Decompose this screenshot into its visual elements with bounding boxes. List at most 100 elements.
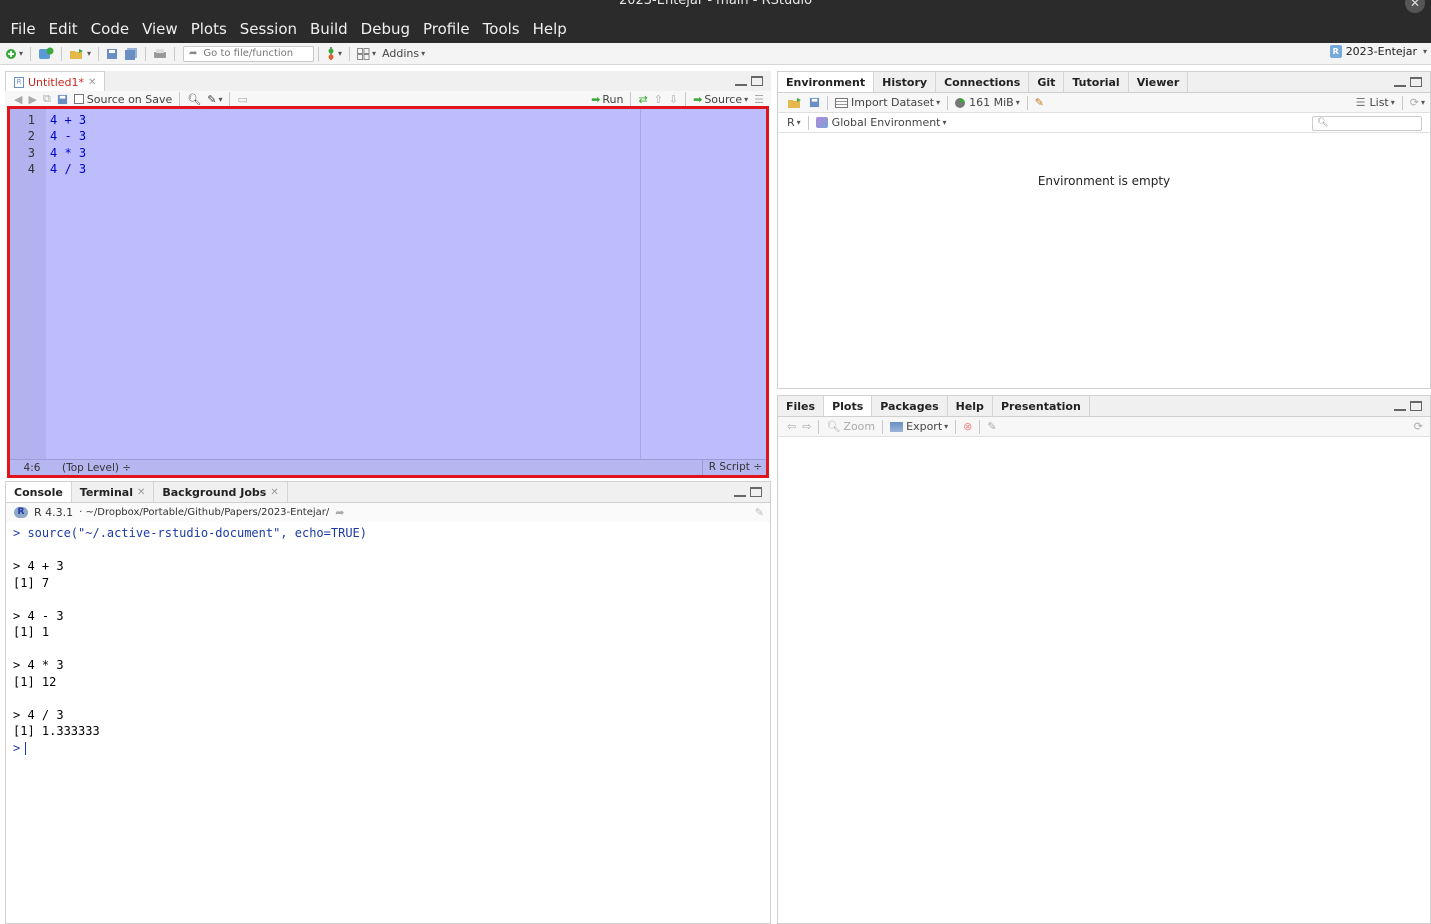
checkbox-icon[interactable] [73,94,84,104]
save-all-icon[interactable] [121,45,141,63]
memory-usage-label: 161 MiB [969,96,1014,109]
next-plot-icon[interactable]: ⇨ [799,418,814,436]
previous-plot-icon[interactable]: ⇦ [784,418,799,436]
console-tab-bar: Console Terminal ✕ Background Jobs ✕ [6,482,770,503]
tab-history[interactable]: History [874,72,937,92]
tab-tutorial[interactable]: Tutorial [1064,72,1129,92]
tab-git[interactable]: Git [1029,72,1065,92]
menu-help[interactable]: Help [526,16,573,43]
refresh-icon[interactable]: ⟳ ▾ [1407,94,1428,112]
code-text[interactable]: 4 + 3 4 - 3 4 * 3 4 / 3 [50,112,86,177]
code-line[interactable]: 4 / 3 [50,161,86,177]
line-number: 2 [27,129,35,144]
code-line[interactable]: 4 - 3 [50,128,86,144]
zoom-icon: 🔍︎ [826,420,841,433]
close-tab-icon[interactable]: ✕ [270,487,278,498]
close-window-button[interactable]: ✕ [1405,0,1425,13]
source-on-save-label: Source on Save [86,92,173,106]
save-icon[interactable] [103,45,121,63]
r-file-icon: R [14,76,24,88]
view-mode-menu[interactable]: ☰ List ▾ [1353,94,1398,112]
text-cursor [25,741,27,755]
menu-profile[interactable]: Profile [417,16,477,43]
clear-plots-broom-icon[interactable]: ✎ [984,418,999,436]
minimize-icon[interactable] [1394,77,1406,87]
new-file-icon[interactable]: ▾ [2,45,26,63]
memory-usage-button[interactable]: 161 MiB ▾ [952,94,1023,112]
line-number-gutter: 1 2 3 4 [10,109,46,459]
load-workspace-icon[interactable] [784,94,806,112]
environment-window-controls [1394,77,1422,87]
tab-viewer[interactable]: Viewer [1129,72,1189,92]
menu-tools[interactable]: Tools [476,16,526,43]
tab-plots[interactable]: Plots [824,396,873,416]
menu-file[interactable]: File [4,16,42,43]
tab-terminal[interactable]: Terminal ✕ [72,482,155,502]
menu-debug[interactable]: Debug [354,16,416,43]
scope-selector[interactable]: (Top Level) ÷ [54,462,131,474]
clear-console-icon[interactable]: ✎ [755,506,764,519]
tab-presentation[interactable]: Presentation [993,396,1090,416]
maximize-icon[interactable] [1410,77,1422,87]
console-window-controls [734,487,762,497]
menu-plots[interactable]: Plots [184,16,233,43]
addins-menu[interactable]: Addins ▾ [379,45,428,63]
global-environment-selector[interactable]: Global Environment ▾ [813,114,950,132]
vcs-icon[interactable]: ▾ [323,45,345,63]
refresh-plots-icon[interactable]: ⟳ [1411,418,1426,436]
clear-objects-broom-icon[interactable]: ✎ [1032,94,1047,112]
tab-background-jobs[interactable]: Background Jobs ✕ [154,482,288,502]
files-pane: Files Plots Packages Help Presentation ⇦… [777,395,1431,924]
import-dataset-button[interactable]: Import Dataset ▾ [832,94,943,112]
code-line[interactable]: 4 + 3 [50,112,86,128]
goto-directory-icon[interactable]: ➦ [335,506,344,519]
minimize-icon[interactable] [1394,401,1406,411]
menu-edit[interactable]: Edit [42,16,84,43]
window-title-bar: 2023-Entejar - main - RStudio ✕ [0,0,1431,16]
file-type-selector[interactable]: R Script ÷ [701,460,766,475]
pane-layout-icon[interactable]: ▾ [354,45,379,63]
project-label: 2023-Entejar [1345,45,1417,58]
tab-environment[interactable]: Environment [778,72,875,92]
tab-console[interactable]: Console [6,482,72,502]
close-tab-icon[interactable]: ✕ [88,77,96,88]
project-menu[interactable]: R 2023-Entejar ▾ [1329,45,1427,58]
minimize-icon[interactable] [735,76,747,86]
files-window-controls [1394,401,1422,411]
minimize-icon[interactable] [734,487,746,497]
console-line: [1] 1 [13,625,50,639]
r-logo-icon: R [14,507,28,518]
search-icon: 🔍︎ [1317,118,1329,128]
tab-untitled1[interactable]: R Untitled1* ✕ [5,71,106,92]
console-pane: Console Terminal ✕ Background Jobs ✕ R R… [5,481,771,924]
tab-files[interactable]: Files [778,396,825,416]
zoom-button[interactable]: 🔍︎ Zoom [823,418,878,436]
tab-packages[interactable]: Packages [872,396,948,416]
tab-help[interactable]: Help [948,396,993,416]
open-file-icon[interactable]: ▾ [66,45,94,63]
maximize-icon[interactable] [1410,401,1422,411]
editor-status-bar: 4:6 (Top Level) ÷ R Script ÷ [10,459,766,475]
tab-connections[interactable]: Connections [936,72,1030,92]
code-editor[interactable]: 1 2 3 4 4 + 3 4 - 3 4 * 3 4 / 3 4:6 (Top… [7,106,769,478]
close-tab-icon[interactable]: ✕ [137,487,145,498]
environment-search-input[interactable]: 🔍︎ [1312,116,1422,131]
console-prompt[interactable]: > [13,741,20,755]
menu-view[interactable]: View [136,16,185,43]
console-output[interactable]: > source("~/.active-rstudio-document", e… [6,522,770,759]
save-workspace-icon[interactable] [806,94,823,112]
remove-plot-icon[interactable]: ⊗ [960,418,975,436]
menu-build[interactable]: Build [304,16,355,43]
print-icon[interactable] [150,45,170,63]
language-selector[interactable]: R ▾ [784,114,804,132]
export-button[interactable]: Export ▾ [887,418,951,436]
code-line[interactable]: 4 * 3 [50,145,86,161]
new-project-icon[interactable] [35,45,57,63]
goto-file-input[interactable]: ➦ Go to file/function [183,45,315,62]
maximize-icon[interactable] [750,487,762,497]
menu-code[interactable]: Code [84,16,135,43]
maximize-icon[interactable] [751,76,763,86]
r-version: R 4.3.1 [34,506,74,519]
console-source-command: > source("~/.active-rstudio-document", e… [13,526,368,540]
menu-session[interactable]: Session [233,16,303,43]
